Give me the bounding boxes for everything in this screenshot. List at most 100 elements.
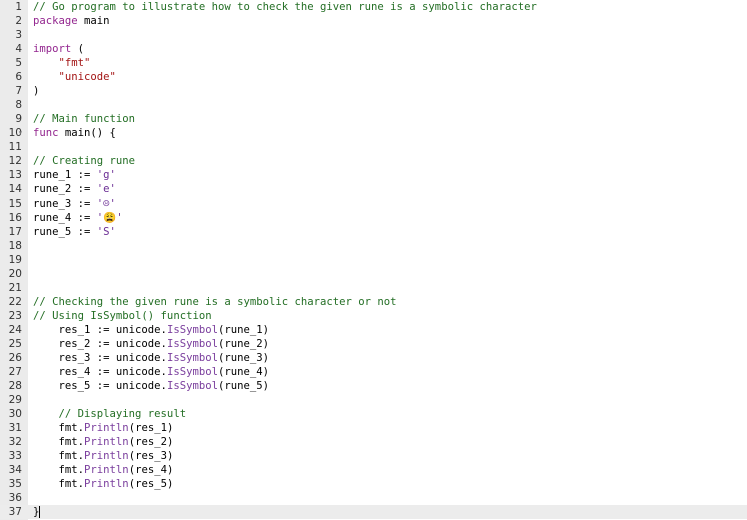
code-line[interactable]: 15 rune_3 := '☹': [0, 197, 747, 211]
line-number: 34: [8, 464, 22, 476]
line-number: 14: [8, 183, 22, 195]
line-number: 35: [8, 478, 22, 490]
code-line[interactable]: 17 rune_5 := 'S': [0, 225, 747, 239]
line-number: 36: [8, 492, 22, 504]
code-text: // Main function: [33, 113, 136, 125]
line-number: 25: [8, 338, 22, 350]
code-line[interactable]: 11: [0, 140, 747, 154]
code-line[interactable]: 3: [0, 28, 747, 42]
code-line[interactable]: 28 res_5 := unicode.IsSymbol(rune_5): [0, 379, 747, 393]
code-line[interactable]: 2 package main: [0, 14, 747, 28]
line-number: 20: [8, 268, 22, 280]
line-number: 23: [8, 310, 22, 322]
code-text: // Displaying result: [33, 408, 187, 420]
code-line[interactable]: 32 fmt.Println(res_2): [0, 435, 747, 449]
code-line[interactable]: 12 // Creating rune: [0, 154, 747, 168]
line-number: 30: [8, 408, 22, 420]
code-line[interactable]: 16 rune_4 := '😩': [0, 211, 747, 225]
code-line[interactable]: 21: [0, 281, 747, 295]
code-text: "fmt": [58, 57, 91, 69]
line-number: 11: [8, 141, 22, 153]
text-cursor: [39, 506, 41, 518]
line-number: 2: [15, 15, 22, 27]
code-text: fmt.Println(res_2): [33, 436, 174, 448]
line-number: 9: [15, 113, 22, 125]
line-number: 3: [15, 29, 22, 41]
code-text: rune_3 := '☹': [33, 198, 116, 210]
code-editor[interactable]: 1 // Go program to illustrate how to chec…: [0, 0, 747, 520]
line-number: 24: [8, 324, 22, 336]
code-text: res_5 := unicode.IsSymbol(rune_5): [33, 380, 270, 392]
line-number: 15: [8, 198, 22, 210]
line-number: 7: [15, 85, 22, 97]
code-line[interactable]: 8: [0, 98, 747, 112]
line-number: 8: [15, 99, 22, 111]
code-line[interactable]: 36: [0, 491, 747, 505]
code-line[interactable]: 23 // Using IsSymbol() function: [0, 309, 747, 323]
line-number: 5: [15, 57, 22, 69]
line-number: 33: [8, 450, 22, 462]
code-text: }: [33, 506, 41, 518]
code-text: import (: [33, 43, 85, 55]
code-text: res_4 := unicode.IsSymbol(rune_4): [33, 366, 270, 378]
code-text: fmt.Println(res_3): [33, 450, 174, 462]
code-line[interactable]: 10 ▾ func main() {: [0, 126, 747, 140]
line-number: 6: [15, 71, 22, 83]
code-text: // Using IsSymbol() function: [33, 310, 212, 322]
fold-toggle-icon[interactable]: ▾: [18, 126, 28, 140]
line-number: 4: [15, 43, 22, 55]
code-line[interactable]: 35 fmt.Println(res_5): [0, 477, 747, 491]
code-line[interactable]: 24 res_1 := unicode.IsSymbol(rune_1): [0, 323, 747, 337]
code-line[interactable]: 30 // Displaying result: [0, 407, 747, 421]
code-text: // Go program to illustrate how to check…: [33, 1, 537, 13]
line-number: 21: [8, 282, 22, 294]
line-number: 22: [8, 296, 22, 308]
line-number: 32: [8, 436, 22, 448]
code-line[interactable]: 22 // Checking the given rune is a symbol…: [0, 295, 747, 309]
line-number: 17: [8, 226, 22, 238]
code-text: ): [33, 85, 40, 97]
code-text: res_3 := unicode.IsSymbol(rune_3): [33, 352, 270, 364]
code-text: fmt.Println(res_5): [33, 478, 174, 490]
code-text: rune_1 := 'g': [33, 169, 116, 181]
code-line[interactable]: 13 rune_1 := 'g': [0, 168, 747, 182]
code-line[interactable]: 1 // Go program to illustrate how to chec…: [0, 0, 747, 14]
code-text: rune_2 := 'e': [33, 183, 116, 195]
code-line[interactable]: 7): [0, 84, 747, 98]
code-line[interactable]: 37}: [0, 505, 747, 519]
line-number: 28: [8, 380, 22, 392]
code-line[interactable]: 19: [0, 253, 747, 267]
code-text: // Checking the given rune is a symbolic…: [33, 296, 397, 308]
code-line[interactable]: 34 fmt.Println(res_4): [0, 463, 747, 477]
code-text: func main() {: [33, 127, 116, 139]
line-number: 13: [8, 169, 22, 181]
code-line[interactable]: 18: [0, 239, 747, 253]
code-line[interactable]: 4 import (: [0, 42, 747, 56]
line-number: 19: [8, 254, 22, 266]
code-text: rune_4 := '😩': [33, 212, 123, 224]
code-text: package main: [33, 15, 110, 27]
code-line[interactable]: 14 rune_2 := 'e': [0, 182, 747, 196]
code-line[interactable]: 20: [0, 267, 747, 281]
code-line[interactable]: 26 res_3 := unicode.IsSymbol(rune_3): [0, 351, 747, 365]
code-line[interactable]: 6 "unicode": [0, 70, 747, 84]
code-text: res_2 := unicode.IsSymbol(rune_2): [33, 338, 270, 350]
code-text: fmt.Println(res_4): [33, 464, 174, 476]
code-text: fmt.Println(res_1): [33, 422, 174, 434]
line-number: 1: [15, 1, 22, 13]
code-text: rune_5 := 'S': [33, 226, 116, 238]
code-line[interactable]: 5 "fmt": [0, 56, 747, 70]
code-line[interactable]: 31 fmt.Println(res_1): [0, 421, 747, 435]
code-line[interactable]: 27 res_4 := unicode.IsSymbol(rune_4): [0, 365, 747, 379]
line-number: 31: [8, 422, 22, 434]
line-number: 16: [8, 212, 22, 224]
line-number: 26: [8, 352, 22, 364]
line-number: 37: [8, 506, 22, 518]
code-line[interactable]: 33 fmt.Println(res_3): [0, 449, 747, 463]
code-text: res_1 := unicode.IsSymbol(rune_1): [33, 324, 270, 336]
code-line[interactable]: 25 res_2 := unicode.IsSymbol(rune_2): [0, 337, 747, 351]
code-line[interactable]: 9 // Main function: [0, 112, 747, 126]
code-text: "unicode": [58, 71, 116, 83]
code-line[interactable]: 29: [0, 393, 747, 407]
line-number: 29: [8, 394, 22, 406]
